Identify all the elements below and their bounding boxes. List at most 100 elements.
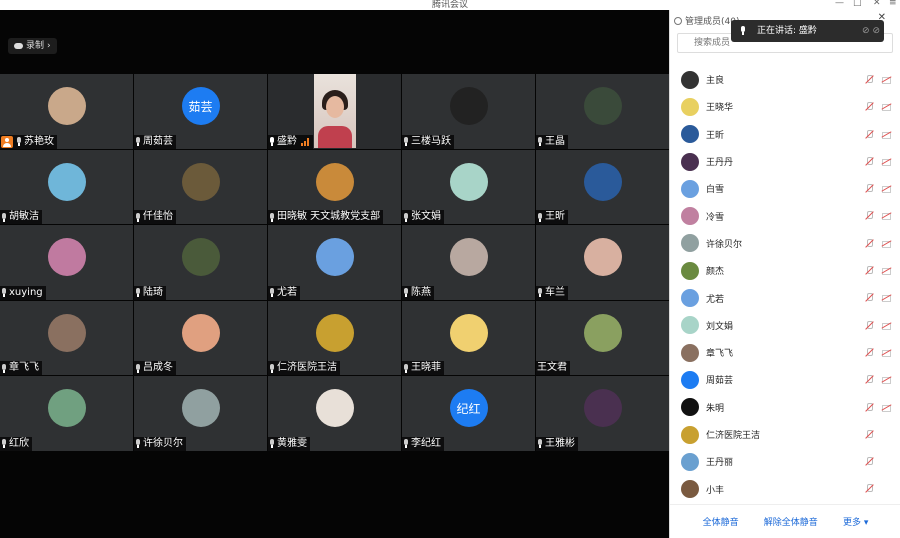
participant-tile[interactable]: 章飞飞 xyxy=(0,300,133,376)
camera-off-icon[interactable] xyxy=(882,321,891,330)
participant-row[interactable]: 颜杰 xyxy=(670,257,900,284)
participant-tile[interactable]: 田晓敏 天文城教党支部 xyxy=(268,149,401,225)
microphone-icon xyxy=(269,137,275,147)
participant-row[interactable]: 白雪 xyxy=(670,175,900,202)
participant-row[interactable]: 冷雪 xyxy=(670,202,900,229)
participant-list: 主良 王晓华 王昕 王丹丹 白雪 冷雪 许徐贝尔 颜杰 尤若 刘文娟 章飞飞 周茹芸 朱明 仁济医院王洁王… xyxy=(670,66,900,503)
participant-tile[interactable]: 王晓菲 xyxy=(402,300,535,376)
camera-off-icon[interactable] xyxy=(882,375,891,385)
muted-mic-icon[interactable] xyxy=(865,211,874,220)
name-tag: 王文君 xyxy=(536,361,570,376)
camera-off-icon[interactable] xyxy=(882,75,891,84)
avatar xyxy=(583,389,622,428)
recording-badge[interactable]: 录制 › xyxy=(8,38,57,54)
unmute-all-button[interactable]: 解除全体静音 xyxy=(764,515,818,528)
participant-tile[interactable]: xuying xyxy=(0,225,133,300)
participant-tile[interactable]: 盛黔 xyxy=(268,74,401,149)
camera-off-icon[interactable] xyxy=(882,266,891,276)
participant-row[interactable]: 王丹丽 xyxy=(670,448,900,475)
participant-name: 王丹丽 xyxy=(706,458,734,469)
camera-off-icon[interactable] xyxy=(882,102,891,112)
participant-tile[interactable]: 王昕 xyxy=(536,149,669,225)
avatar xyxy=(181,313,220,352)
participant-tile[interactable]: 仟佳怡 xyxy=(134,149,267,225)
muted-microphone-icon xyxy=(537,212,543,222)
muted-microphone-icon xyxy=(269,212,275,222)
participant-tile[interactable]: 吕成冬 xyxy=(134,300,267,376)
muted-mic-icon[interactable] xyxy=(865,238,874,248)
participant-tile[interactable]: 陈燕 xyxy=(402,225,535,300)
speaking-text: 正在讲话: 盛黔 xyxy=(757,26,817,36)
participant-tile[interactable]: 尤若 xyxy=(268,225,401,300)
camera-off-icon[interactable] xyxy=(882,211,891,221)
participant-avatar xyxy=(681,316,699,335)
muted-mic-icon[interactable] xyxy=(865,457,874,466)
participant-row[interactable]: 尤若 xyxy=(670,284,900,311)
camera-off-icon[interactable] xyxy=(882,293,891,303)
camera-off-icon[interactable] xyxy=(882,184,891,194)
avatar xyxy=(583,162,622,201)
participant-tile[interactable]: 纪红 李纪红 xyxy=(402,376,535,451)
muted-microphone-icon xyxy=(537,288,543,298)
camera-off-icon[interactable] xyxy=(882,157,891,166)
participant-row[interactable]: 主良 xyxy=(670,66,900,93)
mute-all-button[interactable]: 全体静音 xyxy=(703,515,739,528)
name-tag: 仟佳怡 xyxy=(134,210,176,225)
menu-icon[interactable]: ≡ xyxy=(889,0,897,8)
participant-row[interactable]: 王丹丹 xyxy=(670,148,900,175)
participant-tile[interactable]: 胡敏洁 xyxy=(0,149,133,225)
participant-tile[interactable]: 红欣 xyxy=(0,376,133,451)
name-tag: 吕成冬 xyxy=(134,361,176,376)
muted-mic-icon[interactable] xyxy=(865,402,874,412)
muted-mic-icon[interactable] xyxy=(865,320,874,330)
maximize-icon[interactable]: □ xyxy=(853,0,862,8)
muted-mic-icon[interactable] xyxy=(865,266,874,275)
avatar-text: 茹芸 xyxy=(188,99,213,114)
name-tag: 王晓菲 xyxy=(402,361,444,376)
participant-tile[interactable]: 三楼马跃 xyxy=(402,74,535,149)
participant-tile[interactable]: 王文君 xyxy=(536,300,669,376)
muted-microphone-icon xyxy=(1,212,7,222)
participant-tile[interactable]: 王晶 xyxy=(536,74,669,149)
muted-microphone-icon xyxy=(135,363,141,373)
participant-row[interactable]: 王昕 xyxy=(670,121,900,148)
participant-row[interactable]: 许徐贝尔 xyxy=(670,230,900,257)
participant-row[interactable]: 仁济医院王洁 xyxy=(670,421,900,448)
muted-mic-icon[interactable] xyxy=(865,129,874,139)
participant-tile[interactable]: 苏艳玫 xyxy=(0,74,133,149)
participant-tile[interactable]: 仁济医院王洁 xyxy=(268,300,401,376)
muted-microphone-icon xyxy=(1,439,7,449)
camera-off-icon[interactable] xyxy=(882,239,891,248)
participant-name: 苏艳玫 xyxy=(24,135,54,147)
camera-off-icon[interactable] xyxy=(882,403,891,412)
participant-row[interactable]: 朱明 xyxy=(670,394,900,421)
participant-tile[interactable]: 张文娟 xyxy=(402,149,535,225)
close-icon[interactable]: ✕ xyxy=(873,0,881,8)
muted-mic-icon[interactable] xyxy=(865,484,874,493)
participant-row[interactable]: 周茹芸 xyxy=(670,366,900,393)
participant-tile[interactable]: 王雅彬 xyxy=(536,376,669,451)
muted-mic-icon[interactable] xyxy=(865,156,874,166)
camera-off-icon[interactable] xyxy=(882,348,891,357)
muted-mic-icon[interactable] xyxy=(865,429,874,439)
participant-tile[interactable]: 许徐贝尔 xyxy=(134,376,267,451)
muted-mic-icon[interactable] xyxy=(865,375,874,384)
participant-row[interactable]: 小丰 xyxy=(670,475,900,502)
participant-row[interactable]: 刘文娟 xyxy=(670,312,900,339)
camera-off-icon[interactable] xyxy=(882,130,891,139)
participant-row[interactable]: 王晓华 xyxy=(670,93,900,120)
participant-tile[interactable]: 陆琦 xyxy=(134,225,267,300)
participant-tile[interactable]: 黄雅雯 xyxy=(268,376,401,451)
muted-mic-icon[interactable] xyxy=(865,75,874,84)
muted-mic-icon[interactable] xyxy=(865,347,874,357)
minimize-icon[interactable]: — xyxy=(835,0,844,8)
participant-row[interactable]: 章飞飞 xyxy=(670,339,900,366)
participant-name: 盛黔 xyxy=(277,135,297,147)
participant-tile[interactable]: 茹芸 周茹芸 xyxy=(134,74,267,149)
muted-mic-icon[interactable] xyxy=(865,184,874,193)
muted-mic-icon[interactable] xyxy=(865,102,874,111)
muted-mic-icon[interactable] xyxy=(865,293,874,302)
participant-avatar xyxy=(681,370,699,389)
participant-tile[interactable]: 车兰 xyxy=(536,225,669,300)
more-button[interactable]: 更多 ▾ xyxy=(843,515,868,528)
